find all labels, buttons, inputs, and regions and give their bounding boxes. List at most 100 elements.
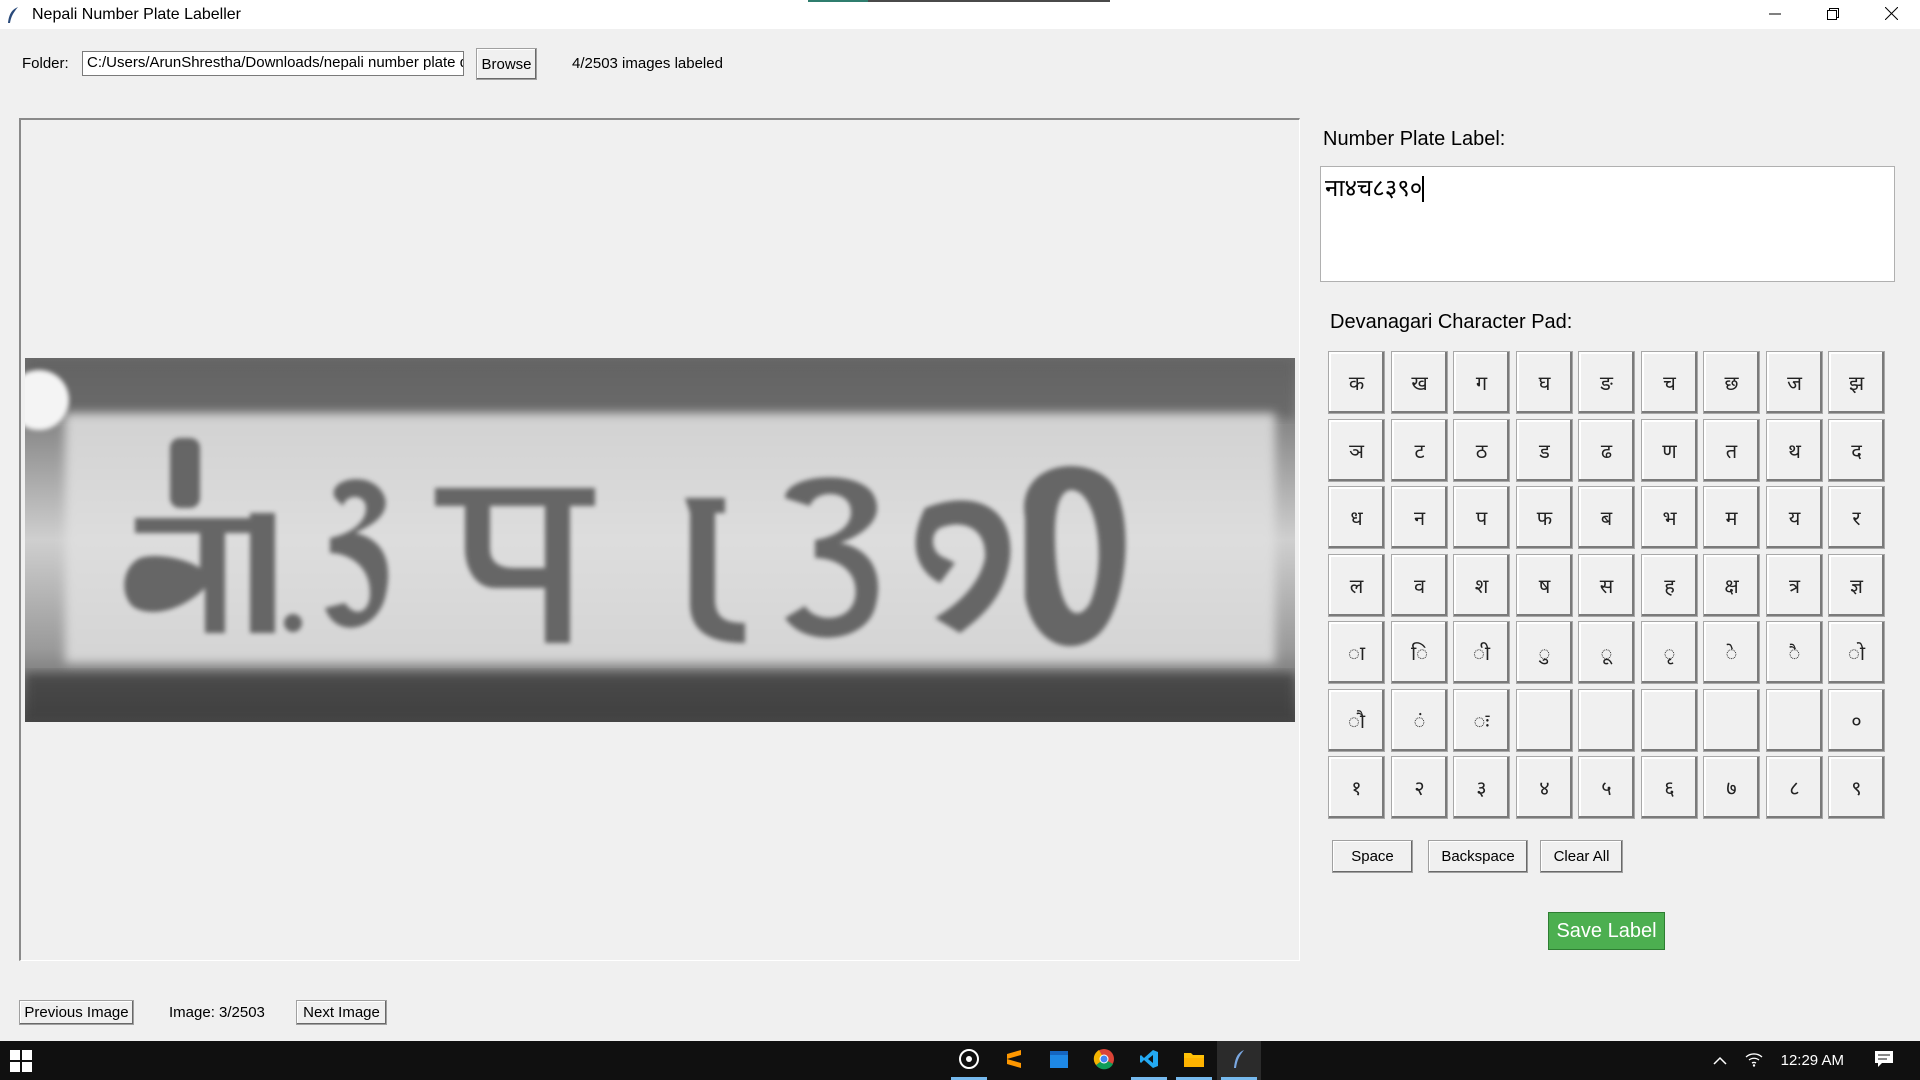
char-key[interactable]: ु — [1516, 621, 1573, 684]
taskbar-vscode[interactable] — [1127, 1041, 1171, 1080]
char-key[interactable]: व — [1391, 554, 1448, 617]
windows-logo-icon — [10, 1050, 32, 1072]
char-key[interactable]: ९ — [1828, 756, 1885, 819]
taskbar-file-explorer[interactable] — [1172, 1041, 1216, 1080]
char-key[interactable]: त्र — [1766, 554, 1823, 617]
char-key[interactable]: भ — [1641, 486, 1698, 549]
char-key[interactable]: ृ — [1641, 621, 1698, 684]
char-key[interactable]: ० — [1828, 689, 1885, 752]
char-key[interactable]: ग — [1453, 351, 1510, 414]
char-key[interactable]: ब — [1578, 486, 1635, 549]
char-key[interactable]: े — [1703, 621, 1760, 684]
char-key[interactable]: र — [1828, 486, 1885, 549]
taskbar-calendar[interactable] — [1037, 1041, 1081, 1080]
image-counter: Image: 3/2503 — [169, 1004, 265, 1021]
char-key[interactable]: ७ — [1703, 756, 1760, 819]
char-key[interactable]: ध — [1328, 486, 1385, 549]
char-key[interactable]: ण — [1641, 419, 1698, 482]
char-key[interactable]: ढ — [1578, 419, 1635, 482]
window-controls — [1746, 0, 1920, 29]
next-image-button[interactable]: Next Image — [296, 1000, 387, 1025]
char-key[interactable]: ५ — [1578, 756, 1635, 819]
char-key[interactable]: ज — [1766, 351, 1823, 414]
feather-icon — [6, 6, 24, 24]
char-key[interactable]: ष — [1516, 554, 1573, 617]
minimize-button[interactable] — [1746, 0, 1804, 29]
char-key[interactable]: ः — [1453, 689, 1510, 752]
char-key[interactable]: ै — [1766, 621, 1823, 684]
browse-button[interactable]: Browse — [476, 48, 537, 80]
space-button[interactable]: Space — [1332, 840, 1413, 873]
backspace-button[interactable]: Backspace — [1428, 840, 1528, 873]
empty-char-key[interactable] — [1766, 689, 1823, 752]
char-key[interactable]: ठ — [1453, 419, 1510, 482]
windows-start-button[interactable] — [10, 1050, 32, 1072]
char-key[interactable]: ो — [1828, 621, 1885, 684]
chrome-icon — [1093, 1048, 1115, 1074]
taskbar-python-app[interactable] — [1217, 1041, 1261, 1080]
char-key[interactable]: १ — [1328, 756, 1385, 819]
char-key[interactable]: ा — [1328, 621, 1385, 684]
number-plate-image — [25, 358, 1295, 722]
char-key[interactable]: ह — [1641, 554, 1698, 617]
wifi-icon[interactable] — [1745, 1051, 1763, 1071]
clear-all-button[interactable]: Clear All — [1540, 840, 1623, 873]
char-key[interactable]: ू — [1578, 621, 1635, 684]
char-key[interactable]: छ — [1703, 351, 1760, 414]
sublime-icon — [1005, 1049, 1023, 1073]
previous-image-button[interactable]: Previous Image — [19, 1000, 134, 1025]
empty-char-key[interactable] — [1641, 689, 1698, 752]
folder-label: Folder: — [22, 55, 69, 72]
folder-path-input[interactable]: C:/Users/ArunShrestha/Downloads/nepali n… — [82, 51, 464, 76]
empty-char-key[interactable] — [1516, 689, 1573, 752]
window-title: Nepali Number Plate Labeller — [32, 5, 241, 23]
char-key[interactable]: य — [1766, 486, 1823, 549]
char-key[interactable]: ३ — [1453, 756, 1510, 819]
char-key[interactable]: प — [1453, 486, 1510, 549]
char-key[interactable]: ४ — [1516, 756, 1573, 819]
char-key[interactable]: ं — [1391, 689, 1448, 752]
close-button[interactable] — [1862, 0, 1920, 29]
char-key[interactable]: २ — [1391, 756, 1448, 819]
char-key[interactable]: स — [1578, 554, 1635, 617]
char-key[interactable]: त — [1703, 419, 1760, 482]
save-label-button[interactable]: Save Label — [1548, 912, 1665, 950]
minimize-icon — [1769, 5, 1781, 24]
restore-button[interactable] — [1804, 0, 1862, 29]
char-key[interactable]: ड — [1516, 419, 1573, 482]
char-key[interactable]: न — [1391, 486, 1448, 549]
taskbar-obs[interactable] — [947, 1041, 991, 1080]
char-key[interactable]: ट — [1391, 419, 1448, 482]
char-key[interactable]: द — [1828, 419, 1885, 482]
char-key[interactable]: ि — [1391, 621, 1448, 684]
text-caret — [1422, 176, 1425, 202]
char-key[interactable]: ख — [1391, 351, 1448, 414]
char-key[interactable]: ल — [1328, 554, 1385, 617]
empty-char-key[interactable] — [1703, 689, 1760, 752]
empty-char-key[interactable] — [1578, 689, 1635, 752]
show-hidden-icons-chevron-up-icon[interactable] — [1713, 1051, 1727, 1070]
restore-icon — [1827, 5, 1839, 24]
char-key[interactable]: ८ — [1766, 756, 1823, 819]
char-key[interactable]: थ — [1766, 419, 1823, 482]
char-key[interactable]: क्ष — [1703, 554, 1760, 617]
char-key[interactable]: म — [1703, 486, 1760, 549]
char-key[interactable]: श — [1453, 554, 1510, 617]
char-key[interactable]: ङ — [1578, 351, 1635, 414]
taskbar-chrome[interactable] — [1082, 1041, 1126, 1080]
char-key[interactable]: क — [1328, 351, 1385, 414]
char-key[interactable]: ौ — [1328, 689, 1385, 752]
char-key[interactable]: च — [1641, 351, 1698, 414]
char-key[interactable]: फ — [1516, 486, 1573, 549]
notification-icon[interactable] — [1874, 1050, 1894, 1072]
char-key[interactable]: ी — [1453, 621, 1510, 684]
char-key[interactable]: झ — [1828, 351, 1885, 414]
taskbar-sublime[interactable] — [992, 1041, 1036, 1080]
char-key[interactable]: ज्ञ — [1828, 554, 1885, 617]
char-key[interactable]: ६ — [1641, 756, 1698, 819]
char-key[interactable]: ञ — [1328, 419, 1385, 482]
char-key[interactable]: घ — [1516, 351, 1573, 414]
label-text-input[interactable]: ना४च८३९० — [1320, 166, 1895, 282]
taskbar-clock[interactable]: 12:29 AM — [1781, 1052, 1844, 1069]
label-heading: Number Plate Label: — [1323, 128, 1506, 150]
